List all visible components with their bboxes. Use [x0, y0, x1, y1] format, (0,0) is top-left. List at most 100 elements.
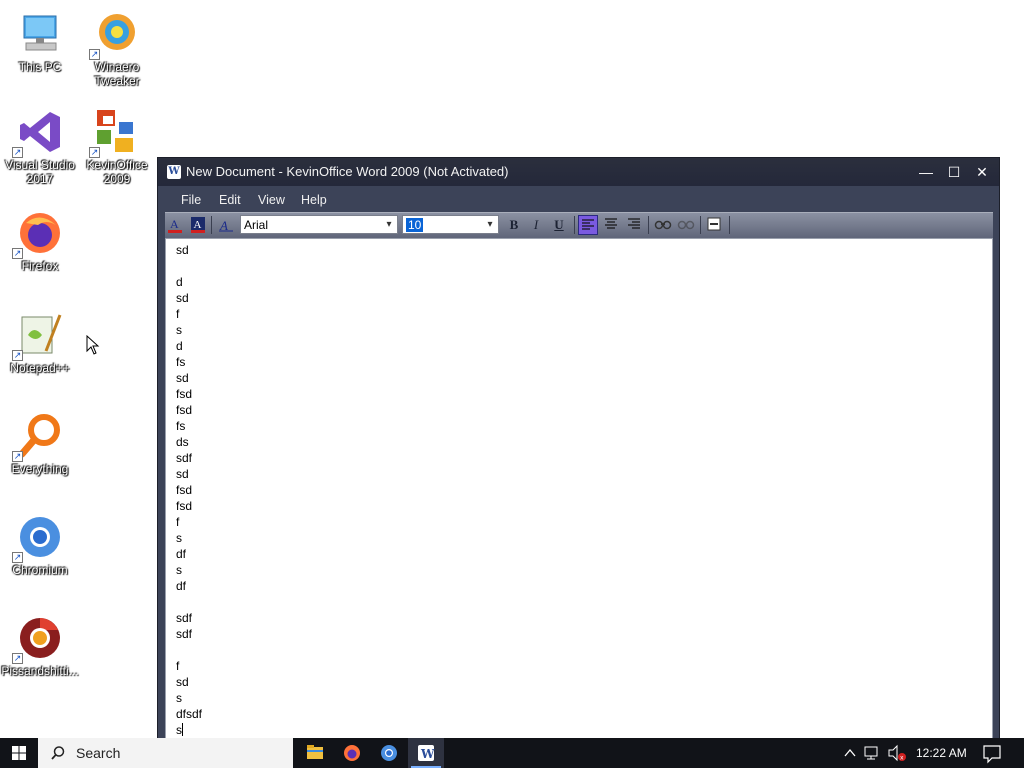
document-line: dfsdf: [176, 707, 203, 721]
document-line: sd: [176, 371, 189, 385]
align-center-button[interactable]: [601, 215, 621, 235]
start-button[interactable]: [0, 738, 38, 768]
firefox-icon: ↗: [12, 209, 64, 259]
document-line: fsd: [176, 403, 193, 417]
document-line: s: [176, 323, 182, 337]
document-line: sdf: [176, 451, 193, 465]
chromium-icon: ↗: [12, 513, 64, 563]
font-size-dropdown[interactable]: 10 ▾: [402, 215, 499, 234]
document-line: f: [176, 515, 180, 529]
document-line: s: [176, 563, 182, 577]
svg-text:W: W: [420, 747, 435, 761]
svg-text:A: A: [194, 219, 202, 231]
desktop-icon-kevinoffice[interactable]: ↗ KevinOffice 2009: [77, 108, 157, 186]
desktop-icon-this-pc[interactable]: This PC: [0, 10, 80, 74]
desktop-icon-label: Visual Studio 2017: [5, 158, 75, 186]
document-line: s: [176, 691, 182, 705]
taskbar: Search W x 12:22 AM: [0, 738, 1024, 768]
document-editor[interactable]: sd d sd f s d fs sd fsd fsd fs ds sdf sd fsd fsd f s df s df…: [165, 238, 993, 748]
maximize-button[interactable]: ☐: [941, 161, 967, 183]
desktop-icon-chromium[interactable]: ↗ Chromium: [0, 513, 80, 577]
desktop-icon-label: Notepad++: [10, 361, 70, 375]
notifications-icon[interactable]: [980, 738, 1004, 768]
text-caret: [182, 723, 183, 736]
desktop-icon-label: This PC: [18, 60, 62, 74]
svg-text:x: x: [900, 755, 904, 762]
desktop-icon-visual-studio[interactable]: ↗ Visual Studio 2017: [0, 108, 80, 186]
menu-help[interactable]: Help: [301, 193, 327, 207]
taskbar-file-explorer[interactable]: [297, 738, 333, 768]
volume-muted-icon[interactable]: x: [886, 738, 908, 768]
window-titlebar[interactable]: W New Document - KevinOffice Word 2009 (…: [158, 158, 999, 186]
taskbar-firefox[interactable]: [334, 738, 370, 768]
desktop-icon-chrome-variant[interactable]: ↗ Pissandshitti...: [0, 614, 80, 678]
menu-file[interactable]: File: [181, 193, 201, 207]
winaero-tweaker-icon: ↗: [89, 10, 141, 60]
underline-button[interactable]: U: [549, 215, 569, 235]
taskbar-kevinoffice-word[interactable]: W: [408, 738, 444, 768]
align-left-button[interactable]: [578, 215, 598, 235]
document-line: fs: [176, 419, 186, 433]
insert-object-icon[interactable]: [704, 215, 724, 235]
bold-button[interactable]: B: [504, 215, 524, 235]
document-line: fsd: [176, 499, 193, 513]
font-name-dropdown[interactable]: Arial ▾: [240, 215, 398, 234]
menu-view[interactable]: View: [258, 193, 285, 207]
document-line: df: [176, 547, 187, 561]
visual-studio-icon: ↗: [12, 108, 64, 158]
find-icon[interactable]: [653, 215, 673, 235]
desktop-icon-label: Chromium: [12, 563, 68, 577]
clock[interactable]: 12:22 AM: [916, 746, 967, 760]
document-line: s: [176, 723, 183, 737]
document-line: fsd: [176, 483, 193, 497]
document-line: sdf: [176, 611, 193, 625]
mouse-cursor-icon: [86, 334, 100, 360]
search-icon: [51, 746, 65, 760]
desktop-icon-label: Everything: [11, 462, 69, 476]
tray-chevron-up-icon[interactable]: [841, 738, 859, 768]
font-size-value: 10: [406, 218, 424, 232]
document-line: f: [176, 659, 180, 673]
file-explorer-icon: [307, 745, 323, 759]
align-right-button[interactable]: [624, 215, 644, 235]
network-icon[interactable]: [862, 738, 884, 768]
desktop-icon-label: Winaero Tweaker: [94, 60, 140, 88]
menu-edit[interactable]: Edit: [219, 193, 241, 207]
font-color-icon[interactable]: A: [165, 215, 185, 235]
chromium-icon: [381, 745, 397, 761]
formatting-toolbar: A A A Arial ▾ 10 ▾ B I U: [165, 212, 993, 239]
taskbar-chromium[interactable]: [371, 738, 407, 768]
word-app-icon: W: [167, 165, 181, 179]
document-line: fsd: [176, 387, 193, 401]
document-line: sd: [176, 243, 189, 257]
kevinoffice-icon: ↗: [89, 108, 141, 158]
chevron-down-icon: ▾: [487, 219, 493, 230]
desktop-icon-everything[interactable]: ↗ Everything: [0, 412, 80, 476]
desktop-icon-label: Pissandshitti...: [1, 664, 79, 678]
highlight-color-icon[interactable]: A: [188, 215, 208, 235]
chevron-down-icon: ▾: [386, 219, 392, 230]
italic-button[interactable]: I: [526, 215, 546, 235]
taskbar-search-box[interactable]: Search: [38, 738, 293, 768]
document-line: s: [176, 531, 182, 545]
desktop-icon-winaero-tweaker[interactable]: ↗ Winaero Tweaker: [77, 10, 157, 88]
document-line: sd: [176, 467, 189, 481]
chrome-variant-icon: ↗: [12, 614, 64, 664]
minimize-button[interactable]: —: [913, 161, 939, 183]
font-style-icon[interactable]: A: [216, 215, 236, 235]
firefox-icon: [344, 745, 360, 761]
document-line: sdf: [176, 627, 193, 641]
document-line: fs: [176, 355, 186, 369]
desktop-icon-label: KevinOffice 2009: [86, 158, 148, 186]
replace-icon[interactable]: [676, 215, 696, 235]
svg-text:A: A: [170, 217, 179, 231]
close-button[interactable]: ✕: [969, 161, 995, 183]
windows-logo-icon: [12, 746, 26, 760]
window-title: New Document - KevinOffice Word 2009 (No…: [186, 164, 509, 179]
desktop-icon-notepadpp[interactable]: ↗ Notepad++: [0, 311, 80, 375]
menu-bar: File Edit View Help: [158, 186, 999, 212]
document-line: d: [176, 275, 183, 289]
document-line: df: [176, 579, 187, 593]
desktop-icon-firefox[interactable]: ↗ Firefox: [0, 209, 80, 273]
notepadpp-icon: ↗: [12, 311, 64, 361]
